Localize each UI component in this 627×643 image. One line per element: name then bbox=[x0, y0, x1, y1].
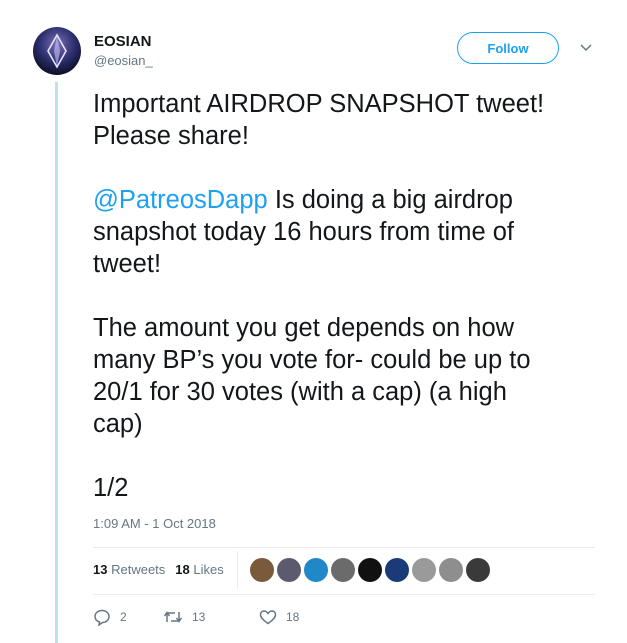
avatar-9[interactable] bbox=[466, 558, 490, 582]
display-name[interactable]: EOSIAN bbox=[94, 33, 152, 50]
tweet-text-fragment: Is doing a big airdrop bbox=[267, 186, 513, 214]
tweet-line: snapshot today 16 hours from time of bbox=[93, 218, 514, 246]
chevron-down-icon[interactable] bbox=[580, 43, 592, 53]
retweets-count: 13 bbox=[93, 562, 108, 577]
tweet-text: Important AIRDROP SNAPSHOT tweet! Please… bbox=[93, 88, 593, 504]
likes-stat[interactable]: 18 Likes bbox=[175, 562, 223, 577]
tweet-line: Important AIRDROP SNAPSHOT tweet! bbox=[93, 90, 545, 118]
liker-avatars bbox=[250, 558, 490, 582]
avatar-1[interactable] bbox=[250, 558, 274, 582]
likes-count: 18 bbox=[175, 562, 190, 577]
divider bbox=[93, 547, 595, 548]
action-bar: 2 13 18 bbox=[93, 608, 299, 626]
mention-link[interactable]: @PatreosDapp bbox=[93, 186, 268, 214]
divider bbox=[93, 594, 595, 595]
retweet-count: 13 bbox=[192, 610, 206, 624]
avatar-7[interactable] bbox=[412, 558, 436, 582]
handle[interactable]: @eosian_ bbox=[94, 53, 153, 68]
avatar-3[interactable] bbox=[304, 558, 328, 582]
avatar-6[interactable] bbox=[385, 558, 409, 582]
avatar-5[interactable] bbox=[358, 558, 382, 582]
reply-icon[interactable] bbox=[93, 608, 111, 626]
tweet-line: 20/1 for 30 votes (with a cap) (a high bbox=[93, 378, 507, 406]
tweet-line: Please share! bbox=[93, 122, 249, 150]
reply-action[interactable]: 2 bbox=[93, 608, 163, 626]
tweet-line: @PatreosDapp Is doing a big airdrop bbox=[93, 184, 593, 216]
reply-count: 2 bbox=[120, 610, 127, 624]
tweet-line: The amount you get depends on how bbox=[93, 314, 515, 342]
stats-divider bbox=[237, 551, 238, 589]
retweet-action[interactable]: 13 bbox=[163, 608, 259, 626]
timestamp[interactable]: 1:09 AM - 1 Oct 2018 bbox=[93, 516, 216, 531]
retweets-label: Retweets bbox=[111, 562, 166, 577]
like-action[interactable]: 18 bbox=[259, 608, 299, 626]
retweet-icon[interactable] bbox=[163, 608, 183, 626]
follow-button[interactable]: Follow bbox=[457, 32, 559, 64]
tweet-line: cap) bbox=[93, 410, 143, 438]
avatar-2[interactable] bbox=[277, 558, 301, 582]
avatar-4[interactable] bbox=[331, 558, 355, 582]
likes-label: Likes bbox=[193, 562, 224, 577]
thread-line bbox=[55, 82, 58, 643]
tweet-line: tweet! bbox=[93, 250, 162, 278]
stats: 13 Retweets 18 Likes bbox=[93, 562, 224, 577]
like-count: 18 bbox=[286, 610, 300, 624]
tweet-line: 1/2 bbox=[93, 474, 129, 502]
avatar[interactable] bbox=[33, 27, 81, 75]
tweet-line: many BP’s you vote for- could be up to bbox=[93, 346, 531, 374]
retweets-stat[interactable]: 13 Retweets bbox=[93, 562, 165, 577]
heart-icon[interactable] bbox=[259, 608, 277, 626]
avatar-8[interactable] bbox=[439, 558, 463, 582]
